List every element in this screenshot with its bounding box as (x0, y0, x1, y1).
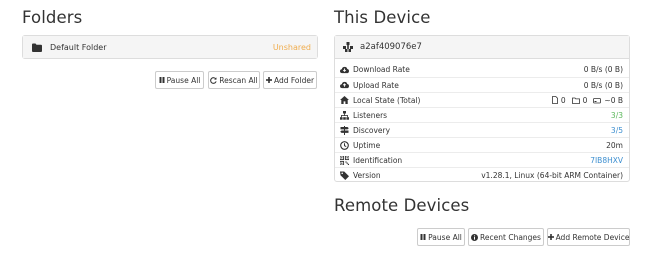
remote-devices-toolbar: Pause All Recent Changes Add Remote Devi… (0, 228, 660, 246)
cloud-upload-icon (340, 81, 349, 90)
folder-icon (32, 43, 42, 52)
rescan-all-label: Rescan All (219, 75, 258, 85)
local-files-count: 0 (560, 95, 566, 105)
add-folder-label: Add Folder (273, 75, 315, 85)
discovery-row: Discovery 3/5 (335, 122, 629, 137)
plus-icon (547, 234, 554, 240)
local-state-label: Local State (Total) (353, 95, 421, 105)
recent-changes-label: Recent Changes (480, 232, 541, 242)
local-state-values: 0 0 ~0 B (551, 95, 623, 105)
discovery-label: Discovery (353, 125, 391, 135)
download-rate-value: 0 B/s (0 B) (583, 65, 623, 74)
folders-heading: Folders (22, 8, 83, 27)
home-icon (340, 96, 349, 105)
download-rate-row: Download Rate 0 B/s (0 B) (335, 62, 629, 77)
uptime-label: Uptime (353, 140, 381, 150)
info-circle-icon (471, 233, 479, 241)
download-rate-label: Download Rate (353, 65, 410, 74)
plus-icon (265, 77, 272, 83)
qrcode-icon (340, 155, 349, 165)
uptime-value: 20m (606, 140, 623, 150)
pause-all-label: Pause All (166, 75, 201, 85)
rescan-all-button[interactable]: Rescan All (208, 71, 260, 89)
sitemap-icon (340, 110, 349, 120)
add-folder-button[interactable]: Add Folder (263, 71, 317, 89)
upload-rate-row: Upload Rate 0 B/s (0 B) (335, 77, 629, 92)
tag-icon (340, 171, 349, 180)
remote-devices-heading: Remote Devices (334, 196, 470, 215)
local-size: ~0 B (604, 95, 623, 105)
version-value: v1.28.1, Linux (64-bit ARM Container) (481, 170, 623, 180)
uptime-row: Uptime 20m (335, 137, 629, 152)
this-device-panel: a2af409076e7 Download Rate 0 B/s (0 B) U… (334, 35, 630, 182)
listeners-row: Listeners 3/3 (335, 107, 629, 122)
folder-panel-header[interactable]: Default Folder Unshared (23, 36, 317, 58)
add-remote-device-button[interactable]: Add Remote Device (547, 228, 630, 246)
add-remote-device-label: Add Remote Device (555, 232, 630, 242)
upload-rate-value: 0 B/s (0 B) (583, 80, 623, 90)
pause-all-devices-label: Pause All (428, 232, 462, 242)
device-name: a2af409076e7 (360, 42, 422, 52)
this-device-header[interactable]: a2af409076e7 (335, 36, 629, 59)
local-state-row: Local State (Total) 0 0 ~0 B (335, 92, 629, 107)
listeners-value[interactable]: 3/3 (611, 111, 623, 120)
pause-all-devices-button[interactable]: Pause All (417, 228, 465, 246)
pause-all-folders-button[interactable]: Pause All (155, 71, 204, 89)
folder-name: Default Folder (50, 42, 107, 52)
version-label: Version (353, 170, 381, 180)
recent-changes-button[interactable]: Recent Changes (468, 228, 544, 246)
pause-icon (420, 234, 426, 240)
pause-icon (159, 77, 165, 83)
sitemap-identicon (343, 42, 353, 52)
folder-panel[interactable]: Default Folder Unshared (22, 35, 318, 59)
this-device-heading: This Device (334, 8, 431, 27)
identification-label: Identification (353, 155, 403, 165)
identification-row: Identification 7IB8HXV (335, 152, 629, 167)
listeners-label: Listeners (353, 110, 388, 120)
folder-status: Unshared (272, 42, 311, 52)
file-icon (551, 96, 558, 104)
local-dirs-count: 0 (582, 95, 588, 105)
signpost-icon (340, 125, 349, 135)
upload-rate-label: Upload Rate (353, 80, 399, 90)
cloud-download-icon (340, 65, 349, 74)
discovery-value[interactable]: 3/5 (611, 126, 623, 135)
version-row: Version v1.28.1, Linux (64-bit ARM Conta… (335, 167, 629, 182)
refresh-icon (210, 76, 217, 84)
identification-value[interactable]: 7IB8HXV (590, 156, 623, 165)
hdd-icon (593, 97, 602, 104)
clock-icon (340, 140, 349, 150)
folder-outline-icon (571, 97, 580, 104)
